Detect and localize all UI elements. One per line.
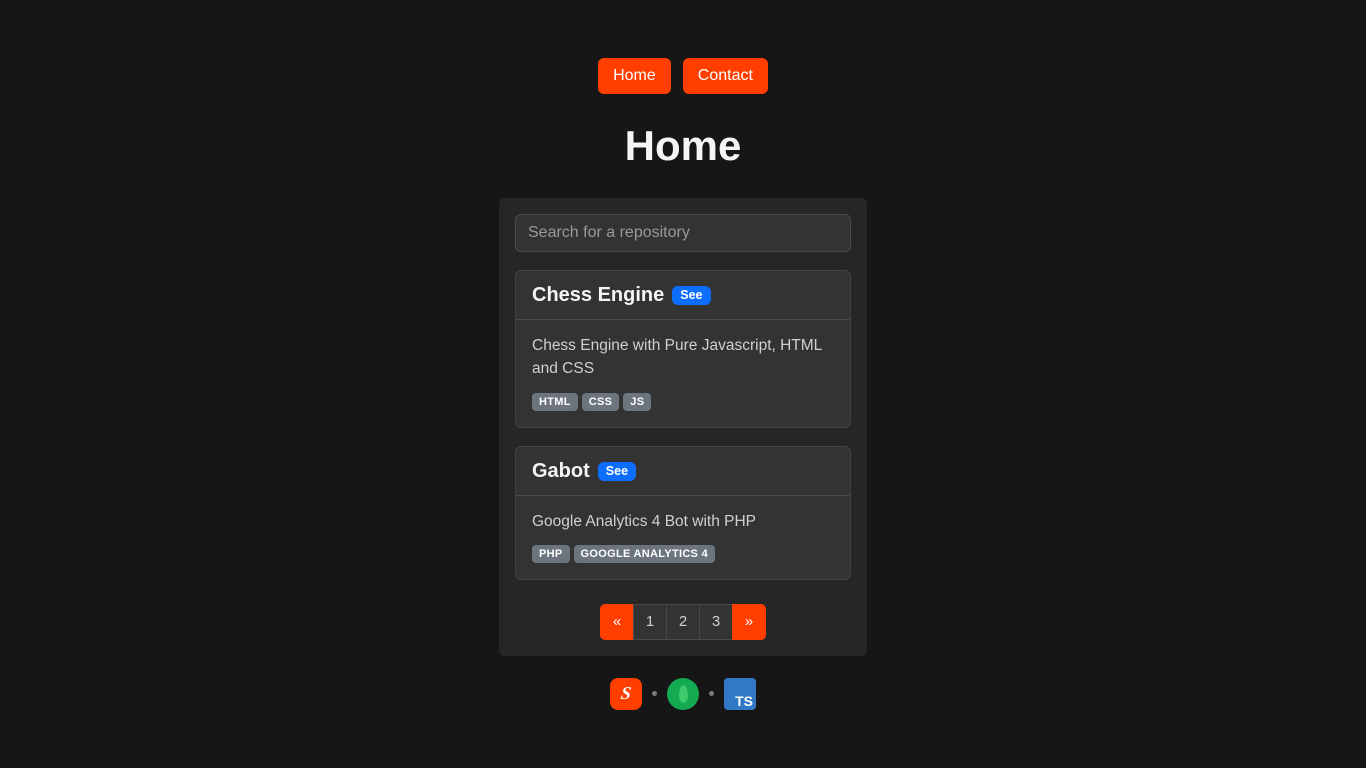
repo-title: Chess Engine [532, 284, 664, 307]
repo-card-header: Chess Engine See [516, 271, 850, 320]
tag: HTML [532, 393, 578, 411]
mongodb-icon [667, 678, 699, 710]
repo-panel: Chess Engine See Chess Engine with Pure … [499, 198, 867, 656]
tag: GOOGLE ANALYTICS 4 [574, 545, 715, 563]
separator-dot [652, 691, 657, 696]
repo-card: Chess Engine See Chess Engine with Pure … [515, 270, 851, 428]
repo-tags: HTML CSS JS [532, 393, 834, 411]
page-title: Home [625, 122, 742, 170]
page-prev[interactable]: « [600, 604, 634, 640]
svelte-icon: S [610, 678, 642, 710]
see-button[interactable]: See [672, 286, 710, 305]
tag: JS [623, 393, 651, 411]
separator-dot [709, 691, 714, 696]
page-next[interactable]: » [732, 604, 766, 640]
repo-description: Google Analytics 4 Bot with PHP [532, 510, 834, 533]
repo-title: Gabot [532, 460, 590, 483]
repo-description: Chess Engine with Pure Javascript, HTML … [532, 334, 834, 381]
pagination: « 1 2 3 » [515, 604, 851, 640]
repo-card: Gabot See Google Analytics 4 Bot with PH… [515, 446, 851, 580]
tech-footer: S TS [610, 678, 756, 710]
tag: PHP [532, 545, 570, 563]
page-2[interactable]: 2 [666, 604, 700, 640]
tag: CSS [582, 393, 620, 411]
nav-contact-button[interactable]: Contact [683, 58, 768, 94]
repo-card-header: Gabot See [516, 447, 850, 496]
page-3[interactable]: 3 [699, 604, 733, 640]
repo-tags: PHP GOOGLE ANALYTICS 4 [532, 545, 834, 563]
nav-home-button[interactable]: Home [598, 58, 671, 94]
typescript-icon: TS [724, 678, 756, 710]
top-nav: Home Contact [598, 58, 768, 94]
search-input[interactable] [515, 214, 851, 252]
see-button[interactable]: See [598, 462, 636, 481]
page-1[interactable]: 1 [633, 604, 667, 640]
